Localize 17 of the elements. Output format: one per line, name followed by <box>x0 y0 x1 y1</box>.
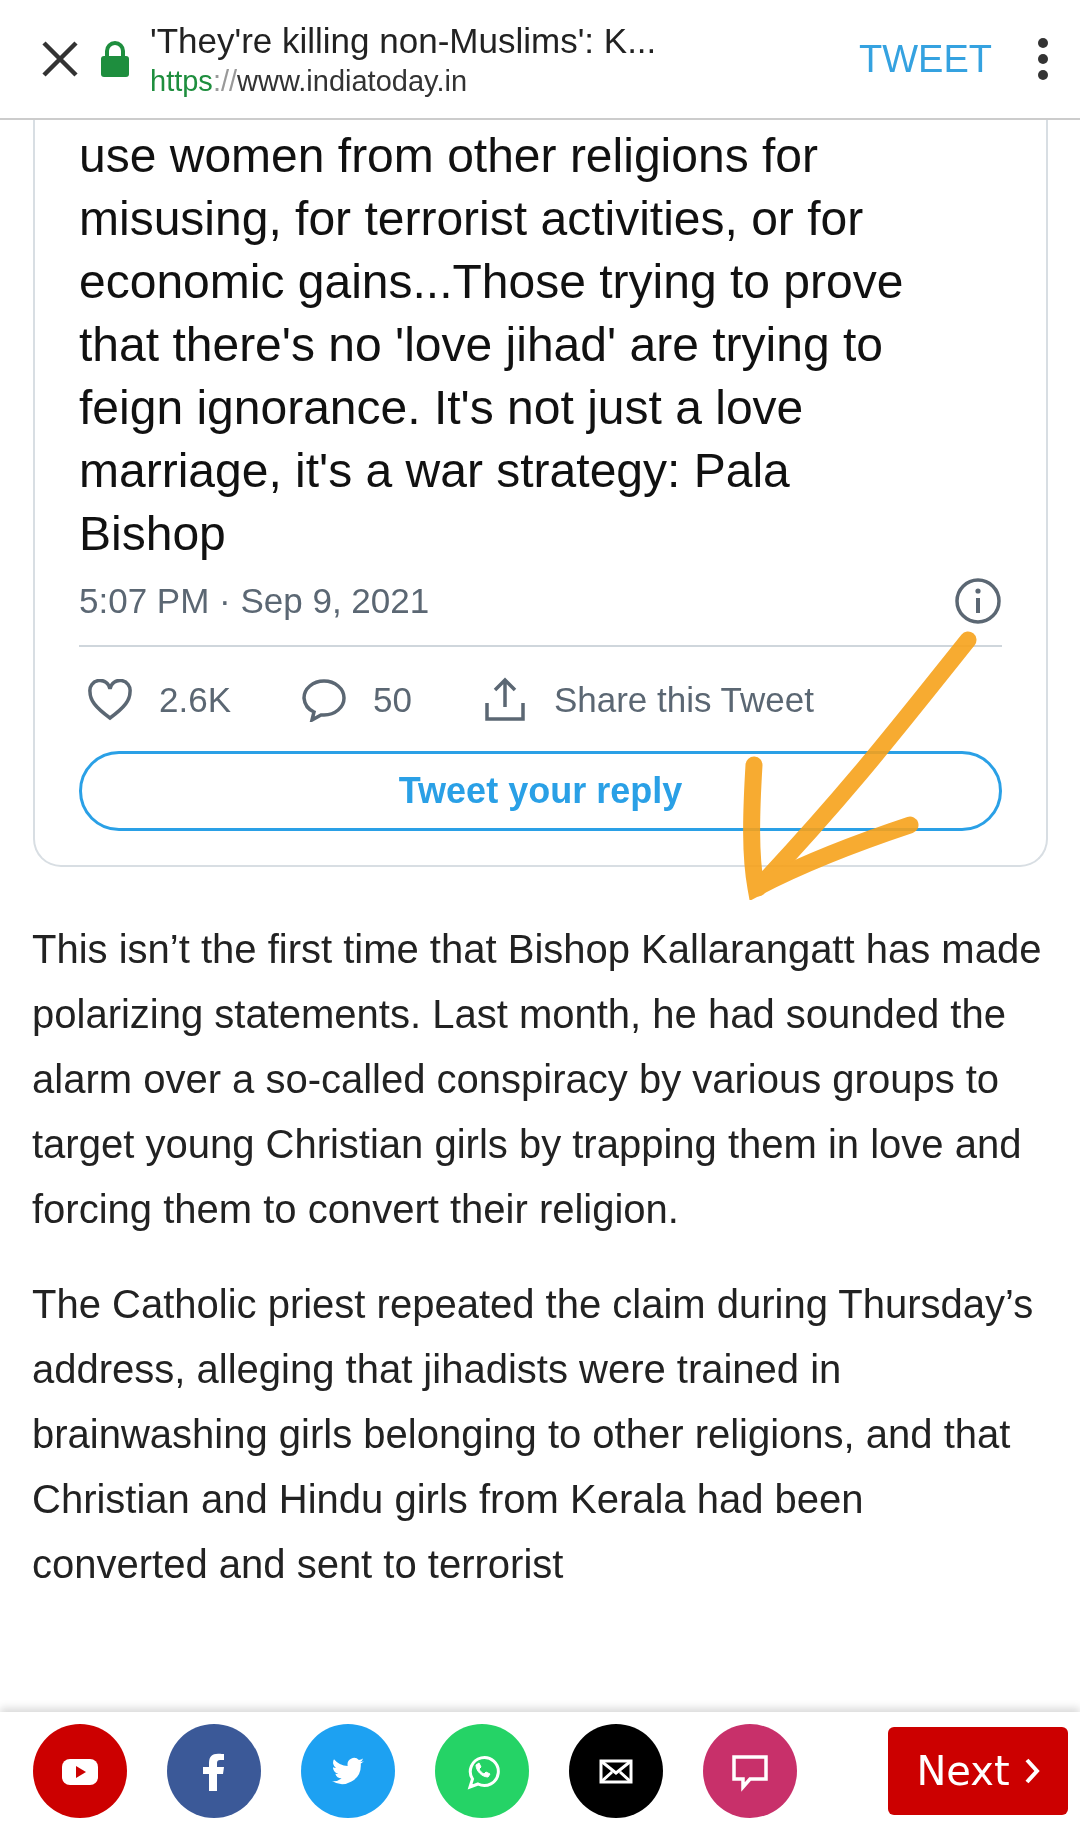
lock-icon <box>100 41 130 77</box>
more-menu-icon[interactable] <box>1036 37 1050 81</box>
article-paragraph: The Catholic priest repeated the claim during Thursday’s address, alleging that jihadists were trained in brainwashing girls belonging to other religions, and that Christian and Hindu girls from Kerala had been converted and sent to terrorist <box>31 1281 1035 1588</box>
page-title: 'They're killing non-Muslims': K... <box>150 20 658 61</box>
tweet-timestamp: 5:07 PM · Sep 9, 2021 <box>79 581 430 621</box>
speech-bubble-icon <box>301 678 347 722</box>
like-button[interactable]: 2.6K <box>87 679 231 721</box>
tweet-text: use women from other religions for misusing, for terrorist activities, or for economic gains...Those trying to prove that there's no 'love jihad' are trying to feign ignorance. It's not just a love marriage, it's a war strategy: Pala Bishop <box>79 128 905 562</box>
article-paragraph: This isn’t the first time that Bishop Kallarangatt has made polarizing statements. Last month, he had sounded the alarm over a so-called conspiracy by various groups to target young Christian girls by trapping them in love and forcing them to convert their religion. <box>31 926 1043 1233</box>
share-button[interactable]: Share this Tweet <box>481 677 814 723</box>
reply-count-button[interactable]: 50 <box>301 678 412 722</box>
chevron-right-icon <box>1023 1757 1040 1785</box>
page-url: https://www.indiatoday.in <box>150 64 469 98</box>
info-icon[interactable] <box>954 577 1002 625</box>
next-button[interactable]: Next <box>888 1727 1068 1815</box>
close-button[interactable] <box>40 39 80 79</box>
heart-icon <box>87 679 133 721</box>
